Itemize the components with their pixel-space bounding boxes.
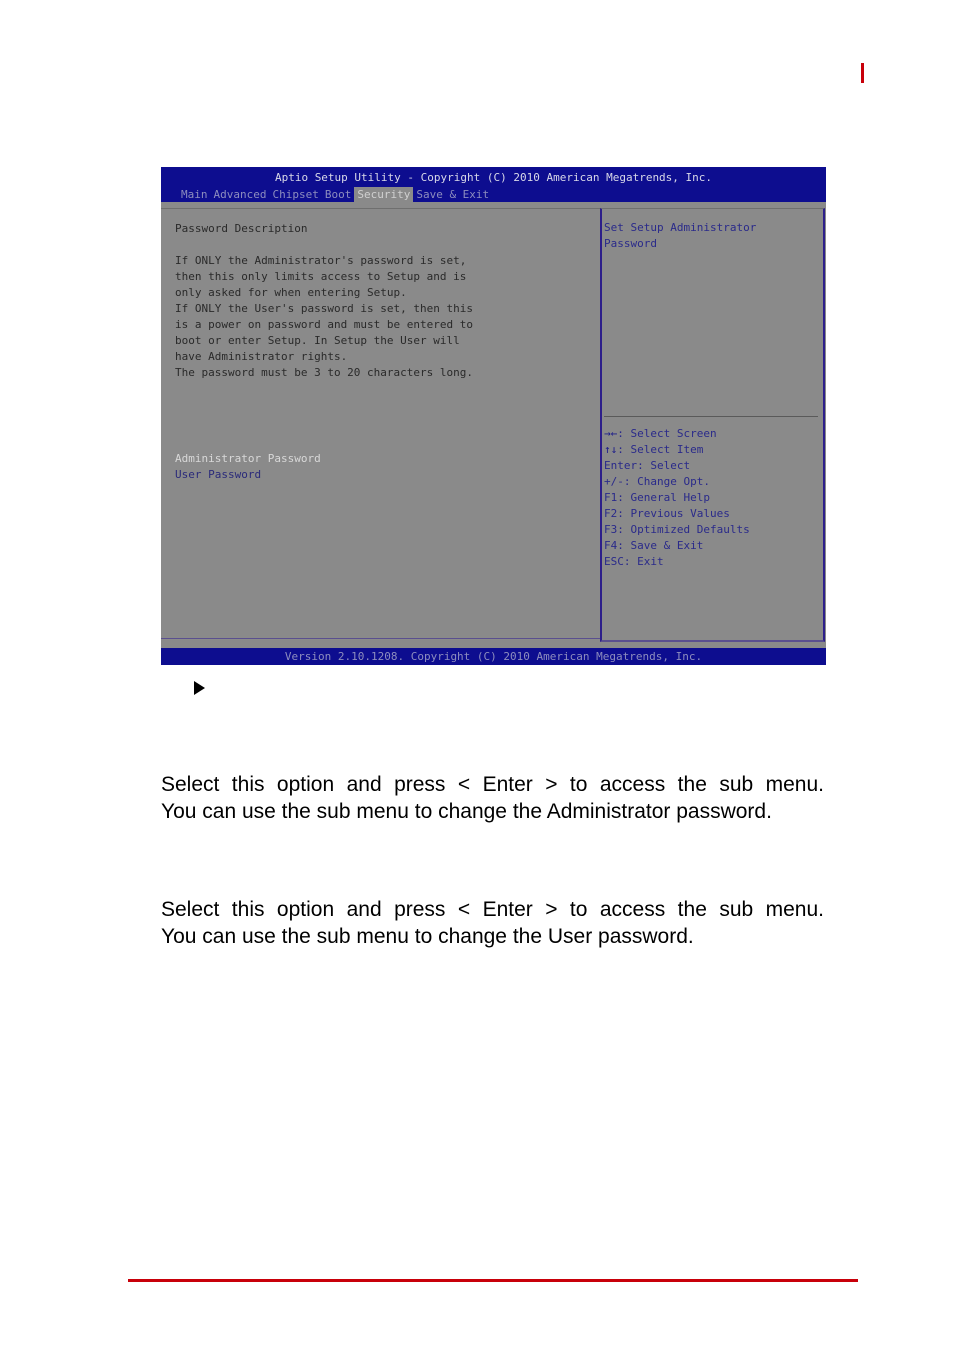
item-help-text: Set Setup Administrator Password xyxy=(604,221,757,250)
header-accent-mark xyxy=(861,63,864,83)
bios-version: Version 2.10.1208. Copyright (C) 2010 Am… xyxy=(284,650,703,663)
tab-save-exit[interactable]: Save & Exit xyxy=(413,187,492,202)
key-action: : Select Screen xyxy=(617,427,717,440)
bios-footer-bar: Version 2.10.1208. Copyright (C) 2010 Am… xyxy=(161,648,826,665)
key-legend-row: Enter: Select xyxy=(604,458,750,474)
key-name: Enter xyxy=(604,459,638,472)
description-line: is a power on password and must be enter… xyxy=(175,318,474,331)
bios-screenshot: Aptio Setup Utility - Copyright (C) 2010… xyxy=(161,167,826,665)
bios-header-bar: Aptio Setup Utility - Copyright (C) 2010… xyxy=(161,167,826,202)
key-legend-row: F3: Optimized Defaults xyxy=(604,522,750,538)
paragraph-line: Select this option and press < Enter > t… xyxy=(161,773,824,796)
key-action: : Select xyxy=(637,459,691,472)
bios-main-panel: Password Description If ONLY the Administ… xyxy=(161,208,600,640)
key-legend-row: F2: Previous Values xyxy=(604,506,750,522)
paragraph-line: Select this option and press < Enter > t… xyxy=(161,898,824,921)
key-legend-row: +/-: Change Opt. xyxy=(604,474,750,490)
key-name: ESC xyxy=(604,555,624,568)
key-legend: →←: Select Screen ↑↓: Select Item Enter:… xyxy=(604,426,750,570)
panel-divider xyxy=(161,638,600,639)
bullet-right-triangle-icon xyxy=(194,681,205,695)
key-name: F2 xyxy=(604,507,618,520)
description-line: have Administrator rights. xyxy=(175,350,348,363)
paragraph-line: You can use the sub menu to change the A… xyxy=(161,800,772,823)
key-legend-row: F1: General Help xyxy=(604,490,750,506)
key-action: : Save & Exit xyxy=(617,539,704,552)
tab-security[interactable]: Security xyxy=(354,187,414,202)
bios-title: Aptio Setup Utility - Copyright (C) 2010… xyxy=(274,171,713,184)
key-name: F1 xyxy=(604,491,618,504)
key-action: : General Help xyxy=(617,491,710,504)
paragraph-line: You can use the sub menu to change the U… xyxy=(161,925,694,948)
user-password-description: Select this option and press < Enter > t… xyxy=(161,896,824,950)
key-action: : Previous Values xyxy=(617,507,730,520)
description-line xyxy=(175,237,473,253)
help-divider xyxy=(604,416,818,417)
description-line: boot or enter Setup. In Setup the User w… xyxy=(175,334,460,347)
key-legend-row: F4: Save & Exit xyxy=(604,538,750,554)
description-line: If ONLY the Administrator's password is … xyxy=(175,254,467,267)
key-name: +/- xyxy=(604,475,624,488)
menu-item-user-password[interactable]: User Password xyxy=(175,467,261,483)
key-name: F3 xyxy=(604,523,618,536)
tab-boot[interactable]: Boot xyxy=(322,187,355,202)
key-action: : Select Item xyxy=(617,443,704,456)
key-legend-row: ESC: Exit xyxy=(604,554,750,570)
key-action: : Change Opt. xyxy=(623,475,710,488)
arrows-up-down-icon: ↑↓ xyxy=(604,443,618,456)
key-action: : Exit xyxy=(623,555,664,568)
tab-advanced[interactable]: Advanced xyxy=(211,187,270,202)
description-line: The password must be 3 to 20 characters … xyxy=(175,366,474,379)
tab-chipset[interactable]: Chipset xyxy=(269,187,321,202)
key-legend-row: →←: Select Screen xyxy=(604,426,750,442)
footer-rule xyxy=(128,1279,858,1282)
key-action: : Optimized Defaults xyxy=(617,523,750,536)
description-heading: Password Description xyxy=(175,222,308,235)
bios-help-panel: Set Setup Administrator Password →←: Sel… xyxy=(600,208,825,642)
tab-main[interactable]: Main xyxy=(178,187,211,202)
password-description: Password Description If ONLY the Administ… xyxy=(175,221,473,381)
menu-item-administrator-password[interactable]: Administrator Password xyxy=(175,451,321,467)
key-legend-row: ↑↓: Select Item xyxy=(604,442,750,458)
bios-tab-bar: Main Advanced Chipset Boot Security Save… xyxy=(178,187,492,202)
description-line: If ONLY the User's password is set, then… xyxy=(175,302,474,315)
description-line: then this only limits access to Setup an… xyxy=(175,270,467,283)
arrows-left-right-icon: →← xyxy=(604,427,618,440)
description-line: only asked for when entering Setup. xyxy=(175,286,407,299)
administrator-password-description: Select this option and press < Enter > t… xyxy=(161,771,824,825)
key-name: F4 xyxy=(604,539,618,552)
